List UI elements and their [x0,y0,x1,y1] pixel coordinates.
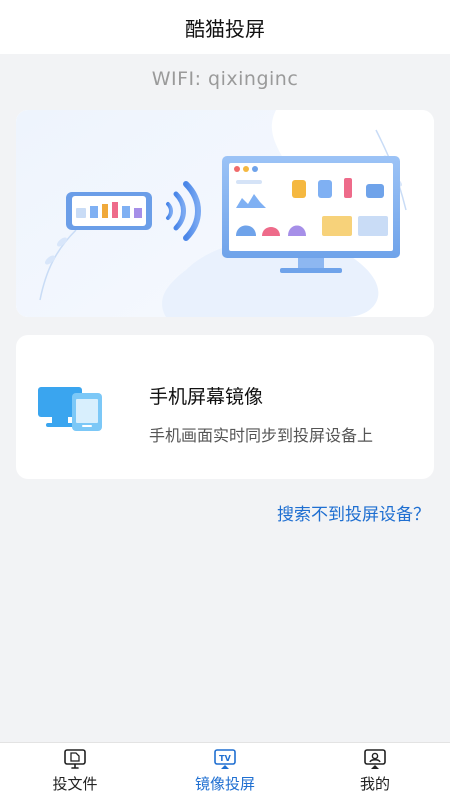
svg-text:TV: TV [219,754,231,763]
tab-mirror-cast-label: 镜像投屏 [194,775,255,793]
tab-profile-label: 我的 [359,775,390,793]
tv-mirror-icon: TV [214,749,236,769]
mirror-card-subtitle: 手机画面实时同步到投屏设备上 [149,426,374,445]
app-title: 酷猫投屏 [185,16,265,41]
bottom-tab-bar: 投文件 TV 镜像投屏 我的 [0,742,450,800]
tab-cast-file-label: 投文件 [52,775,98,793]
cast-file-icon [64,749,86,769]
tab-profile[interactable]: 我的 [300,743,450,800]
phone-casting-to-monitor-illustration [16,110,434,317]
tab-mirror-cast[interactable]: TV 镜像投屏 [150,743,300,800]
app-header: 酷猫投屏 [0,0,450,54]
hero-illustration [16,110,434,317]
mirror-card-text: 手机屏幕镜像 手机画面实时同步到投屏设备上 [149,382,373,446]
cannot-find-device-link[interactable]: 搜索不到投屏设备？ [277,500,430,525]
screen-mirror-icon [38,387,102,431]
tab-cast-file[interactable]: 投文件 [0,743,150,800]
mirror-card-title: 手机屏幕镜像 [149,386,264,408]
wifi-status: WIFI: qixinginc [151,68,299,90]
profile-icon [364,749,386,769]
mirror-card[interactable]: 手机屏幕镜像 手机画面实时同步到投屏设备上 [16,335,434,479]
